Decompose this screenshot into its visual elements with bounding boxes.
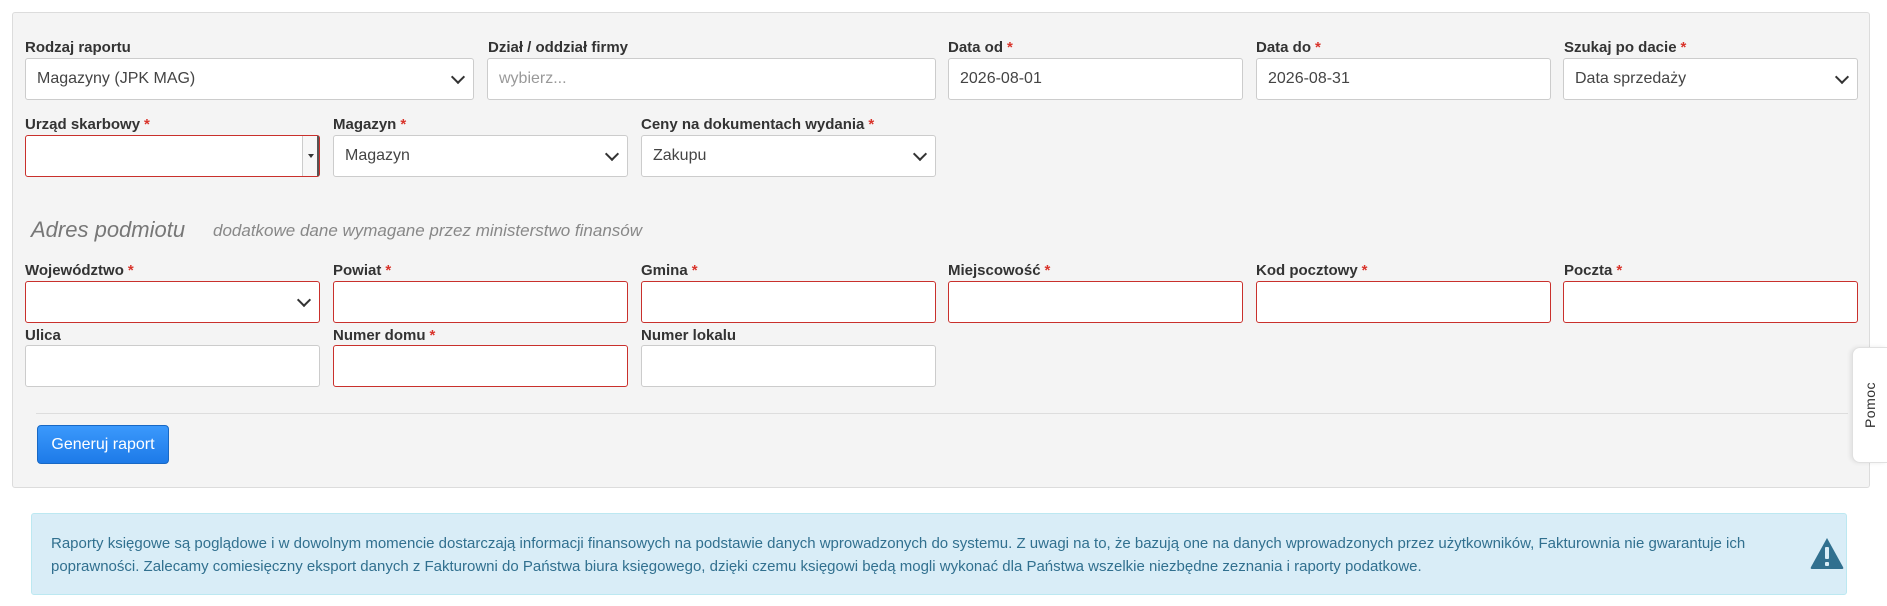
help-tab[interactable]: Pomoc [1852, 347, 1887, 463]
search-by-date-select[interactable]: Data sprzedaży [1563, 58, 1858, 100]
date-from-input[interactable]: 2026-08-01 [948, 58, 1243, 100]
doc-prices-select[interactable]: Zakupu [641, 135, 936, 177]
city-input[interactable] [948, 281, 1243, 323]
department-placeholder: wybierz... [499, 70, 567, 87]
info-alert-text: Raporty księgowe są poglądowe i w dowoln… [51, 535, 1746, 575]
warehouse-label: Magazyn * [333, 116, 407, 133]
county-input[interactable] [333, 281, 628, 323]
city-label: Miejscowość * [948, 262, 1051, 279]
apartment-number-label: Numer lokalu [641, 327, 737, 344]
date-to-value: 2026-08-31 [1268, 70, 1350, 87]
date-to-label: Data do * [1256, 39, 1321, 56]
post-office-label: Poczta * [1564, 262, 1623, 279]
department-input[interactable]: wybierz... [487, 58, 936, 100]
warehouse-value: Magazyn [345, 147, 410, 164]
county-label: Powiat * [333, 262, 392, 279]
info-alert: Raporty księgowe są poglądowe i w dowoln… [31, 513, 1847, 595]
generate-report-button[interactable]: Generuj raport [37, 425, 169, 464]
date-from-label: Data od * [948, 39, 1013, 56]
address-section-title: Adres podmiotu [31, 217, 186, 242]
commune-label: Gmina * [641, 262, 698, 279]
doc-prices-value: Zakupu [653, 147, 707, 164]
tax-office-label: Urząd skarbowy * [25, 116, 150, 133]
voivodeship-select[interactable] [25, 281, 320, 323]
postal-code-label: Kod pocztowy * [1256, 262, 1368, 279]
help-tab-label: Pomoc [1862, 381, 1878, 429]
chevron-down-icon [1834, 69, 1850, 85]
house-number-input[interactable] [333, 345, 628, 387]
department-label: Dział / oddział firmy [488, 39, 629, 56]
caret-down-icon [308, 154, 314, 158]
postal-code-input[interactable] [1256, 281, 1551, 323]
voivodeship-label: Województwo * [25, 262, 134, 279]
date-from-value: 2026-08-01 [960, 70, 1042, 87]
search-by-date-value: Data sprzedaży [1575, 70, 1687, 87]
chevron-down-icon [604, 146, 620, 162]
house-number-label: Numer domu * [333, 327, 436, 344]
chevron-down-icon [296, 292, 312, 308]
street-label: Ulica [25, 327, 61, 344]
report-type-select[interactable]: Magazyny (JPK MAG) [25, 58, 474, 100]
post-office-input[interactable] [1563, 281, 1858, 323]
tax-office-dropdown-button[interactable] [302, 136, 319, 176]
report-type-value: Magazyny (JPK MAG) [37, 70, 196, 87]
apartment-number-input[interactable] [641, 345, 936, 387]
warehouse-select[interactable]: Magazyn [333, 135, 628, 177]
doc-prices-label: Ceny na dokumentach wydania * [641, 116, 875, 133]
address-section-subtitle: dodatkowe dane wymagane przez ministerst… [213, 221, 643, 240]
commune-input[interactable] [641, 281, 936, 323]
form-divider [36, 413, 1848, 414]
warning-triangle-icon [1810, 538, 1844, 569]
search-by-date-label: Szukaj po dacie * [1564, 39, 1687, 56]
chevron-down-icon [450, 69, 466, 85]
tax-office-combobox[interactable] [25, 135, 320, 177]
chevron-down-icon [912, 146, 928, 162]
date-to-input[interactable]: 2026-08-31 [1256, 58, 1551, 100]
report-type-label: Rodzaj raportu [25, 39, 131, 56]
street-input[interactable] [25, 345, 320, 387]
